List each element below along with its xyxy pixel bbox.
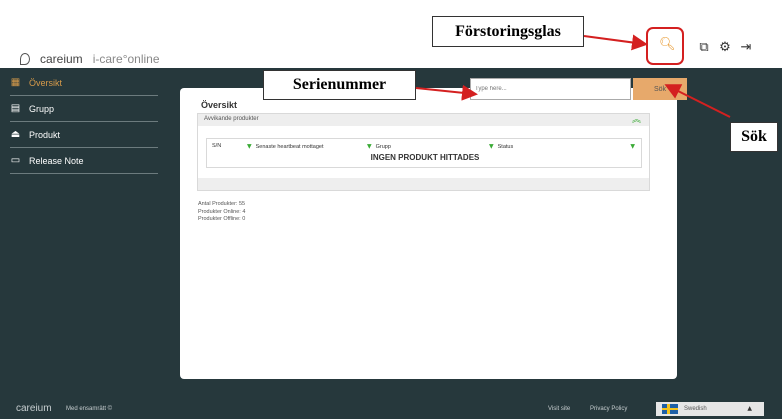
stat-offline: Produkter Offline: 0 <box>198 216 246 222</box>
search-button[interactable]: Sök <box>633 78 687 100</box>
annotation-serial: Serienummer <box>263 70 416 100</box>
building-icon: ▤ <box>10 102 21 114</box>
status-filter-icon[interactable]: ▼ <box>630 143 635 150</box>
column-header-grupp[interactable]: ▼ Grupp <box>367 143 391 150</box>
careium-logo-icon <box>20 53 30 65</box>
sidebar-item-oversikt[interactable]: ▦ Översikt <box>10 70 158 96</box>
overview-panel: Översikt Avvikande produkter ︽ S/N ▼ Sen… <box>180 88 677 379</box>
caret-up-icon: ▲ <box>747 405 752 412</box>
section-header[interactable]: Avvikande produkter ︽ <box>198 114 649 126</box>
chevron-up-icon[interactable]: ︽ <box>632 114 641 126</box>
product-icon: ⏏ <box>10 128 21 140</box>
search-icon[interactable]: 🔍︎ <box>659 38 676 52</box>
annotation-magnifier: Förstoringsglas <box>432 16 584 47</box>
logout-icon[interactable]: ⇥ <box>738 40 754 56</box>
sidebar-item-produkt[interactable]: ⏏ Produkt <box>10 122 158 148</box>
language-select[interactable]: Swedish ▲ <box>656 402 764 416</box>
folder-icon: ▭ <box>10 154 21 166</box>
footer-brand: careium <box>16 403 52 414</box>
empty-message: INGEN PRODUKT HITTADES <box>370 153 480 162</box>
app-header: careium i-care°online 🔍︎ ⧉ ⚙ ⇥ <box>0 0 782 68</box>
sort-icon: ▼ <box>247 143 252 150</box>
language-label: Swedish <box>684 406 707 412</box>
product-stats: Antal Produkter: 55 Produkter Online: 4 … <box>198 201 245 224</box>
sidebar-item-label: Grupp <box>29 103 55 114</box>
search-bar: Sök <box>470 78 687 100</box>
footer-copyright: Med ensamrätt © <box>66 406 113 412</box>
sidebar-item-label: Översikt <box>29 77 63 88</box>
section-footer <box>198 178 649 190</box>
external-link-icon[interactable]: ⧉ <box>696 40 712 56</box>
annotation-search: Sök <box>730 122 778 152</box>
section-label: Avvikande produkter <box>204 116 259 122</box>
sidebar: ▦ Översikt ▤ Grupp ⏏ Produkt ▭ Release N… <box>0 68 166 398</box>
app-logo[interactable]: careium i-care°online <box>20 52 160 66</box>
serial-search-input[interactable] <box>470 78 631 100</box>
app-footer: careium Med ensamrätt © Visit site Priva… <box>0 398 782 419</box>
privacy-policy-link[interactable]: Privacy Policy <box>590 406 627 412</box>
logo-brand: careium <box>40 52 83 66</box>
stat-total: Antal Produkter: 55 <box>198 201 246 207</box>
sort-icon: ▼ <box>367 143 372 150</box>
grid-icon: ▦ <box>10 76 21 88</box>
sidebar-item-label: Produkt <box>29 129 61 140</box>
stat-online: Produkter Online: 4 <box>198 208 246 215</box>
sort-icon: ▼ <box>489 143 494 150</box>
deviating-products-section: Avvikande produkter ︽ S/N ▼ Senaste hear… <box>197 113 650 191</box>
sidebar-item-release-note[interactable]: ▭ Release Note <box>10 148 158 174</box>
logo-product: i-care°online <box>92 52 160 66</box>
visit-site-link[interactable]: Visit site <box>548 406 570 412</box>
sidebar-item-grupp[interactable]: ▤ Grupp <box>10 96 158 122</box>
swedish-flag-icon <box>662 404 678 414</box>
sidebar-item-label: Release Note <box>29 155 84 166</box>
column-header-heartbeat[interactable]: ▼ Senaste heartbeat mottaget <box>247 143 324 150</box>
column-header-status[interactable]: ▼ Status <box>489 143 513 150</box>
products-table: S/N ▼ Senaste heartbeat mottaget ▼ Grupp… <box>206 138 642 168</box>
magnifier-highlight: 🔍︎ <box>646 27 684 65</box>
page-title: Översikt <box>201 100 238 110</box>
column-header-sn[interactable]: S/N <box>212 143 221 149</box>
gear-icon[interactable]: ⚙ <box>717 40 733 56</box>
